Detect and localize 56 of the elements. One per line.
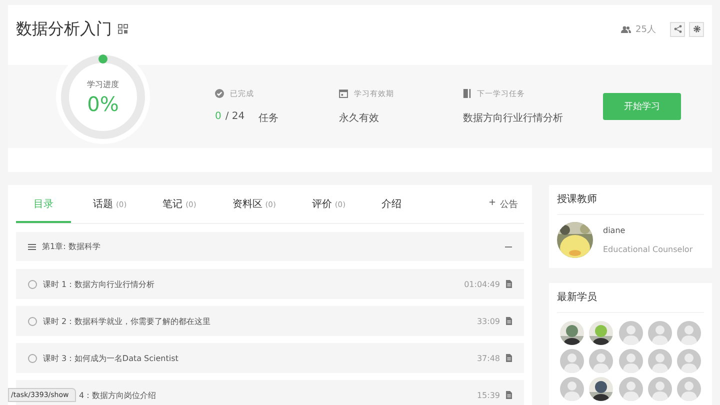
share-icon bbox=[674, 25, 682, 33]
circle-icon bbox=[28, 354, 37, 362]
document-icon bbox=[506, 354, 512, 362]
member-count: 25人 bbox=[636, 24, 656, 36]
stat-unit: 任务 bbox=[258, 112, 279, 124]
circle-icon bbox=[28, 316, 37, 326]
avatar-icon[interactable] bbox=[648, 349, 672, 373]
lesson-title: 课时 2 : 数据科学就业，你需要了解的都在这里 bbox=[43, 316, 212, 326]
announcement-button[interactable]: + 公告 bbox=[482, 198, 524, 210]
lesson-item[interactable]: 课时 1 : 数据方向行业行情分析 01:04:49 bbox=[16, 269, 524, 299]
completed-count: 0 bbox=[215, 110, 222, 124]
settings-button[interactable] bbox=[689, 22, 704, 36]
progress-dot bbox=[98, 54, 108, 64]
avatar-icon[interactable] bbox=[677, 377, 701, 401]
lesson-item[interactable]: 课时 3 : 如何成为一名Data Scientist 37:48 bbox=[16, 343, 524, 373]
people-icon bbox=[620, 26, 631, 32]
progress-percent: 0% bbox=[86, 92, 120, 116]
lesson-item[interactable]: 课时 2 : 数据科学就业，你需要了解的都在这里 33:09 bbox=[16, 306, 524, 336]
lesson-title: 4 : 数据方向岗位介绍 bbox=[79, 390, 157, 400]
avatar-icon[interactable] bbox=[648, 321, 672, 345]
chapter-header[interactable]: 第1章: 数据科学 bbox=[16, 232, 524, 261]
book-icon bbox=[463, 89, 471, 98]
avatar-icon[interactable] bbox=[618, 349, 642, 373]
lesson-title: 课时 3 : 如何成为一名Data Scientist bbox=[43, 352, 180, 364]
chapter-title: 第1章: 数据科学 bbox=[42, 241, 102, 252]
qr-code-icon[interactable] bbox=[118, 24, 128, 34]
document-icon bbox=[506, 317, 512, 325]
lesson-duration: 33:09 bbox=[476, 316, 500, 326]
lesson-duration: 37:48 bbox=[476, 354, 500, 362]
document-icon bbox=[506, 280, 512, 288]
teacher-name[interactable]: diane bbox=[603, 226, 693, 235]
check-circle-icon bbox=[215, 89, 224, 98]
total-count: / 24 bbox=[225, 110, 245, 124]
list-icon bbox=[28, 244, 36, 250]
teacher-role: Educational Counselor bbox=[603, 245, 693, 254]
lesson-title: 课时 1 : 数据方向行业行情分析 bbox=[43, 278, 156, 290]
share-button[interactable] bbox=[670, 22, 685, 36]
circle-icon bbox=[28, 280, 37, 288]
avatar-icon[interactable] bbox=[677, 349, 701, 373]
avatar-icon[interactable] bbox=[677, 321, 701, 345]
lesson-duration: 15:39 bbox=[476, 390, 500, 400]
section-title: 授课教师 bbox=[557, 185, 704, 215]
avatar-icon[interactable] bbox=[618, 377, 642, 401]
stat-value: 永久有效 bbox=[339, 112, 379, 124]
gear-icon bbox=[692, 25, 700, 33]
avatar-icon[interactable] bbox=[560, 377, 584, 401]
lesson-duration: 01:04:49 bbox=[464, 280, 500, 288]
course-title: 数据分析入门 bbox=[16, 18, 112, 40]
progress-label: 学习进度 bbox=[86, 79, 120, 90]
stat-value: 数据方向行业行情分析 bbox=[463, 112, 563, 124]
tab[interactable]: 介绍 bbox=[368, 187, 416, 223]
avatar-icon[interactable] bbox=[648, 377, 672, 401]
calendar-icon bbox=[339, 89, 348, 98]
document-icon bbox=[506, 391, 512, 399]
section-title: 最新学员 bbox=[557, 283, 704, 313]
avatar-icon[interactable] bbox=[618, 321, 642, 345]
